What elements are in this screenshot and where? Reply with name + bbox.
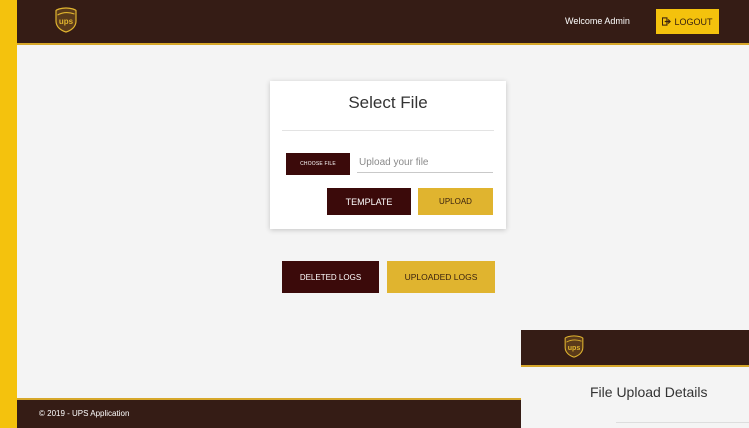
card-title: Select File bbox=[348, 93, 428, 112]
logout-icon bbox=[662, 17, 672, 26]
right-content-area bbox=[528, 45, 749, 331]
upload-button[interactable]: UPLOAD bbox=[418, 188, 493, 215]
deleted-logs-button[interactable]: DELETED LOGS bbox=[282, 261, 379, 293]
logout-button[interactable]: LOGOUT bbox=[656, 9, 719, 34]
template-button[interactable]: TEMPLATE bbox=[327, 188, 411, 215]
second-navbar: ups bbox=[521, 330, 749, 367]
logo-text: ups bbox=[568, 345, 581, 352]
file-upload-input[interactable] bbox=[357, 153, 493, 173]
welcome-text: Welcome Admin bbox=[565, 16, 630, 26]
choose-file-button[interactable]: CHOOSE FILE bbox=[286, 153, 350, 175]
details-divider bbox=[616, 422, 749, 423]
file-upload-details-window: ups File Upload Details bbox=[521, 330, 749, 428]
main-window: ups Select File CHOOSE FILE TEMPLATE UPL… bbox=[17, 0, 529, 428]
logout-label: LOGOUT bbox=[674, 16, 713, 27]
footer: © 2019 - UPS Application bbox=[17, 398, 529, 428]
uploaded-logs-button[interactable]: UPLOADED LOGS bbox=[387, 261, 495, 293]
logo-text: ups bbox=[59, 17, 74, 26]
ups-logo-icon[interactable]: ups bbox=[55, 7, 77, 33]
file-upload-details-title: File Upload Details bbox=[590, 384, 708, 400]
ups-logo-icon[interactable]: ups bbox=[564, 335, 584, 358]
right-header: Welcome Admin LOGOUT bbox=[528, 0, 749, 45]
top-navbar: ups bbox=[17, 0, 529, 45]
footer-copyright: © 2019 - UPS Application bbox=[39, 409, 130, 418]
select-file-card: Select File CHOOSE FILE TEMPLATE UPLOAD bbox=[270, 81, 506, 229]
card-divider bbox=[282, 130, 494, 131]
